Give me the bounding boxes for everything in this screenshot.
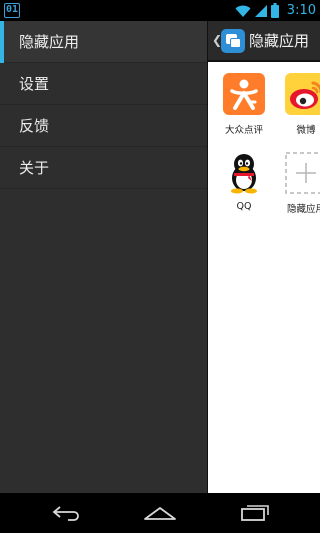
app-label: 大众点评 — [224, 125, 263, 136]
drawer-item-hidden-apps[interactable]: 隐藏应用 — [0, 21, 207, 63]
app-tile-qq[interactable]: QQ — [219, 152, 269, 222]
drawer-item-feedback[interactable]: 反馈 — [0, 105, 207, 147]
drawer-item-about[interactable]: 关于 — [0, 147, 207, 189]
drawer-item-label: 反馈 — [19, 117, 50, 135]
back-icon — [52, 506, 79, 521]
status-icons: 3:10 — [235, 0, 316, 21]
dianping-icon — [223, 73, 265, 115]
app-tile-add-hidden-app[interactable]: 隐藏应用 — [281, 152, 320, 222]
drawer-item-settings[interactable]: 设置 — [0, 63, 207, 105]
navigation-drawer: 隐藏应用 设置 反馈 关于 — [0, 21, 207, 493]
app-tile-weibo[interactable]: 微博 — [281, 73, 320, 143]
home-button[interactable] — [130, 493, 190, 533]
app-logo-icon[interactable] — [221, 29, 245, 53]
recent-apps-button[interactable] — [225, 493, 285, 533]
action-bar: ❮ 隐藏应用 — [208, 21, 320, 62]
system-navigation-bar — [0, 493, 320, 533]
add-app-icon — [285, 152, 320, 194]
home-icon — [144, 507, 176, 520]
drawer-item-label: 设置 — [19, 75, 50, 93]
weibo-icon — [285, 73, 320, 115]
back-button[interactable] — [37, 493, 97, 533]
notification-icon-text: 01 — [6, 4, 19, 15]
drawer-item-label: 隐藏应用 — [19, 33, 80, 51]
action-bar-title: 隐藏应用 — [249, 32, 310, 50]
wifi-icon — [235, 5, 251, 17]
notification-icon: 01 — [4, 3, 20, 18]
signal-icon — [254, 4, 267, 17]
app-tile-dianping[interactable]: 大众点评 — [219, 73, 269, 143]
app-label: 隐藏应用 — [286, 204, 320, 215]
app-label: 微博 — [296, 125, 316, 136]
qq-icon — [223, 152, 265, 194]
status-time: 3:10 — [286, 3, 316, 18]
status-bar: 01 3:10 — [0, 0, 320, 21]
recent-apps-icon — [241, 505, 269, 521]
drawer-item-label: 关于 — [19, 159, 50, 177]
battery-icon — [270, 3, 279, 18]
main-content: ❮ 隐藏应用 大众点评 微博 QQ 隐藏应 — [207, 21, 320, 493]
app-label: QQ — [236, 201, 252, 212]
